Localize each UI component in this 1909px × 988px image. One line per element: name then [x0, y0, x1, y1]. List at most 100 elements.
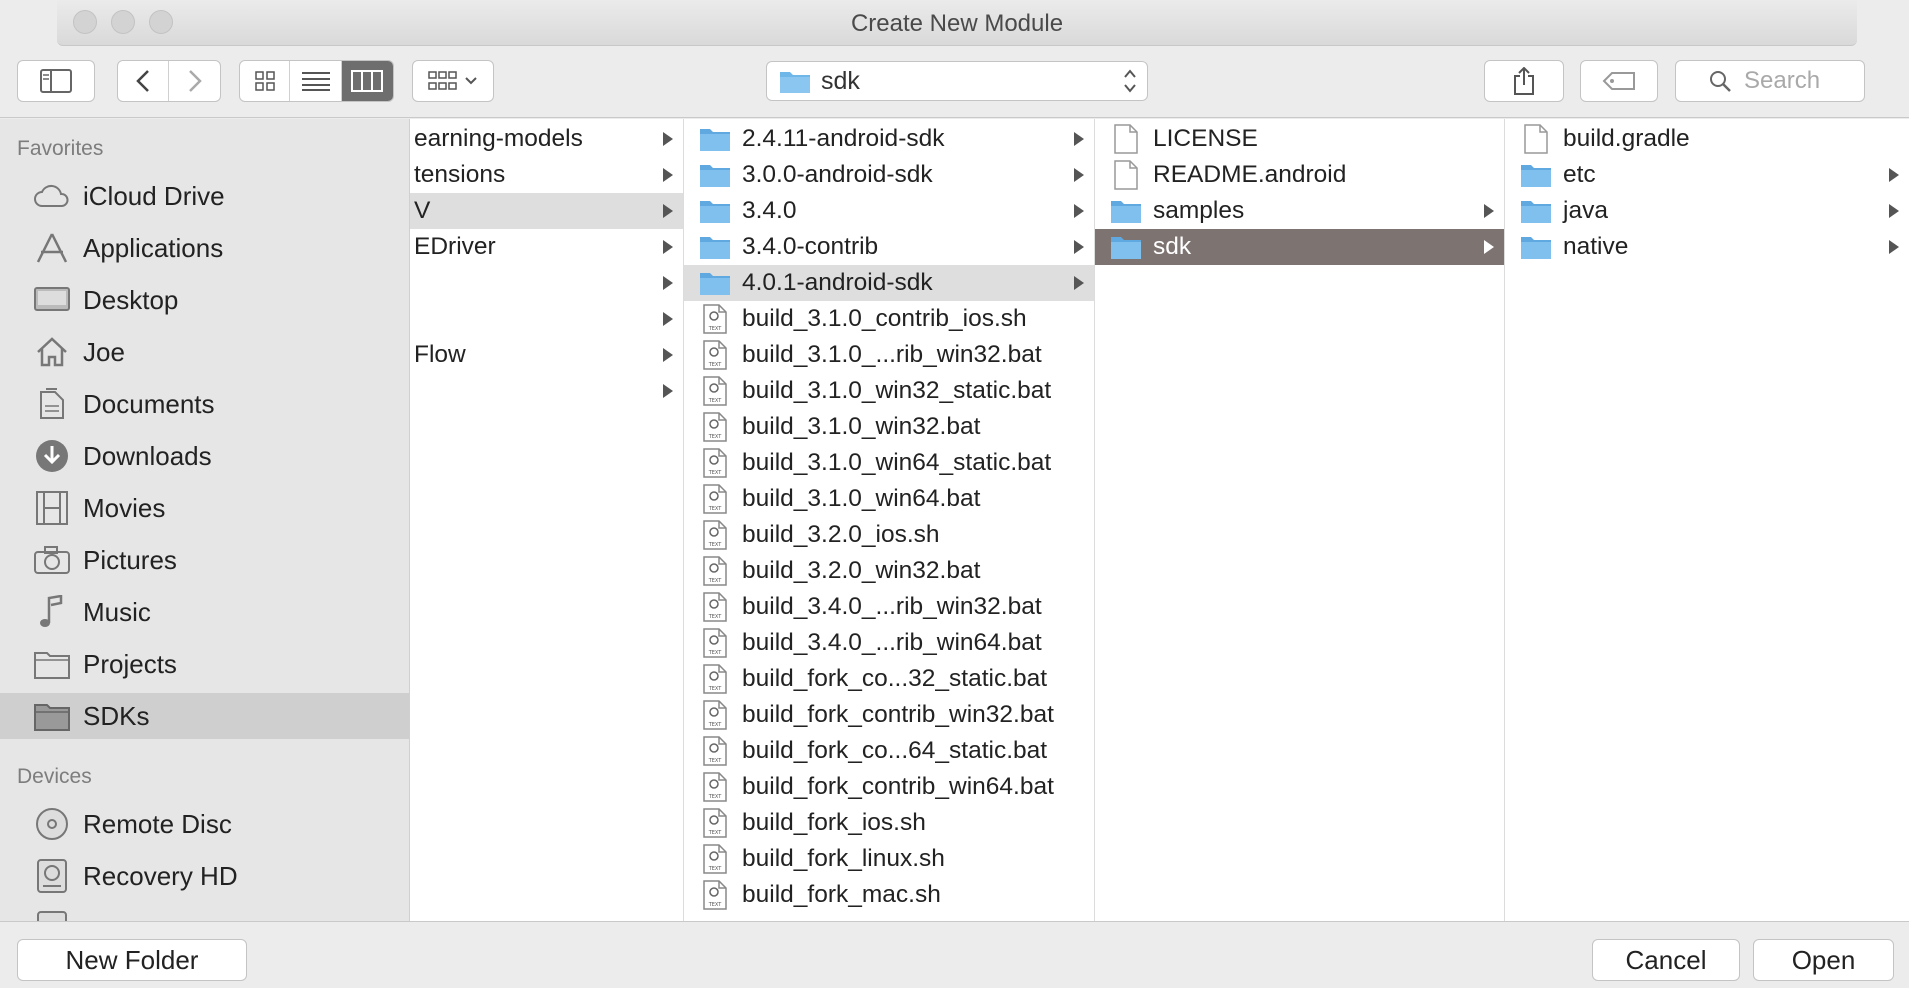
list-item[interactable]: TEXT build_3.1.0_win64.bat: [684, 481, 1094, 517]
drive-icon: [32, 911, 72, 921]
list-item[interactable]: TEXT build_fork_mac.sh: [684, 877, 1094, 913]
favorites-heading: Favorites: [17, 137, 104, 160]
svg-text:TEXT: TEXT: [708, 326, 723, 332]
sidebar-item-partial-drive[interactable]: [0, 905, 409, 921]
list-item[interactable]: TEXT build_3.2.0_ios.sh: [684, 517, 1094, 553]
disclosure-arrow-icon: [1074, 240, 1084, 254]
list-item[interactable]: README.android: [1095, 157, 1504, 193]
list-item[interactable]: etc: [1505, 157, 1909, 193]
list-item[interactable]: TEXT build_3.1.0_win64_static.bat: [684, 445, 1094, 481]
updown-chevron-icon: [1123, 68, 1137, 95]
open-button[interactable]: Open: [1753, 939, 1894, 981]
sidebar-item-music[interactable]: Music: [0, 589, 409, 635]
list-item[interactable]: 3.4.0: [684, 193, 1094, 229]
sidebar-item-applications[interactable]: Applications: [0, 225, 409, 271]
sidebar-item-documents[interactable]: Documents: [0, 381, 409, 427]
list-item[interactable]: Flow: [410, 337, 683, 373]
text-file-icon: TEXT: [698, 772, 732, 802]
list-item[interactable]: TEXT build_3.4.0_...rib_win64.bat: [684, 625, 1094, 661]
search-icon: [1710, 71, 1731, 92]
chevron-left-icon: [136, 70, 149, 92]
list-item[interactable]: native: [1505, 229, 1909, 265]
list-item[interactable]: TEXT build_3.1.0_...rib_win32.bat: [684, 337, 1094, 373]
list-item-label: V: [414, 197, 431, 224]
list-item[interactable]: TEXT build_fork_co...32_static.bat: [684, 661, 1094, 697]
path-popup[interactable]: sdk: [766, 61, 1148, 101]
list-item[interactable]: TEXT build_fork_contrib_win32.bat: [684, 697, 1094, 733]
list-item[interactable]: LICENSE: [1095, 121, 1504, 157]
text-file-icon: TEXT: [698, 556, 732, 586]
list-item[interactable]: V: [410, 193, 683, 229]
disclosure-arrow-icon: [1074, 276, 1084, 290]
downloads-icon: [32, 439, 72, 473]
icon-view-button[interactable]: [240, 61, 291, 101]
sidebar-item-joe[interactable]: Joe: [0, 329, 409, 375]
sidebar-item-movies[interactable]: Movies: [0, 485, 409, 531]
list-item[interactable]: [410, 265, 683, 301]
column-1[interactable]: earning-models tensions V EDriver Flow: [410, 119, 684, 921]
sidebar-item-projects[interactable]: Projects: [0, 641, 409, 687]
column-2[interactable]: 2.4.11-android-sdk 3.0.0-android-sdk 3.4.0…: [684, 119, 1095, 921]
list-item[interactable]: tensions: [410, 157, 683, 193]
new-folder-button[interactable]: New Folder: [17, 939, 247, 981]
forward-button[interactable]: [169, 61, 220, 101]
column-3[interactable]: LICENSE README.android samples sdk: [1095, 119, 1505, 921]
list-item[interactable]: EDriver: [410, 229, 683, 265]
tags-button[interactable]: [1580, 60, 1658, 102]
list-item-label: build_3.1.0_win32_static.bat: [742, 377, 1052, 404]
list-item[interactable]: earning-models: [410, 121, 683, 157]
arrange-icon: [428, 71, 457, 90]
list-item[interactable]: TEXT build_fork_contrib_win64.bat: [684, 769, 1094, 805]
list-item[interactable]: TEXT build_fork_linux.sh: [684, 841, 1094, 877]
list-item[interactable]: samples: [1095, 193, 1504, 229]
tag-icon: [1602, 72, 1635, 90]
column-view-button[interactable]: [341, 61, 393, 101]
search-field[interactable]: Search: [1675, 60, 1865, 102]
list-item[interactable]: sdk: [1095, 229, 1504, 265]
list-item[interactable]: 2.4.11-android-sdk: [684, 121, 1094, 157]
list-item[interactable]: 3.4.0-contrib: [684, 229, 1094, 265]
list-item-label: build_3.1.0_win32.bat: [742, 413, 981, 440]
sidebar-item-recovery-hd[interactable]: Recovery HD: [0, 853, 409, 899]
sidebar-item-pictures[interactable]: Pictures: [0, 537, 409, 583]
share-button[interactable]: [1484, 60, 1564, 102]
list-view-button[interactable]: [290, 61, 342, 101]
list-item-label: Flow: [414, 341, 466, 368]
list-item-label: build_fork_linux.sh: [742, 845, 945, 872]
list-item[interactable]: TEXT build_3.2.0_win32.bat: [684, 553, 1094, 589]
list-item[interactable]: build.gradle: [1505, 121, 1909, 157]
disclosure-arrow-icon: [1484, 240, 1494, 254]
list-item[interactable]: TEXT build_3.4.0_...rib_win32.bat: [684, 589, 1094, 625]
sidebar-item-downloads[interactable]: Downloads: [0, 433, 409, 479]
list-item[interactable]: TEXT build_3.1.0_win32.bat: [684, 409, 1094, 445]
list-item[interactable]: 3.0.0-android-sdk: [684, 157, 1094, 193]
list-item[interactable]: TEXT build_fork_ios.sh: [684, 805, 1094, 841]
list-item[interactable]: 4.0.1-android-sdk: [684, 265, 1094, 301]
list-item-label: LICENSE: [1153, 125, 1258, 152]
list-item[interactable]: java: [1505, 193, 1909, 229]
list-item[interactable]: [410, 373, 683, 409]
list-item[interactable]: TEXT build_3.1.0_contrib_ios.sh: [684, 301, 1094, 337]
back-button[interactable]: [118, 61, 170, 101]
chevron-right-icon: [188, 70, 202, 92]
list-item[interactable]: [410, 301, 683, 337]
arrange-menu-button[interactable]: [412, 60, 494, 102]
svg-text:TEXT: TEXT: [708, 470, 723, 476]
disclosure-arrow-icon: [1889, 240, 1899, 254]
list-item[interactable]: TEXT build_3.1.0_win32_static.bat: [684, 373, 1094, 409]
folder-icon: [1109, 196, 1143, 226]
folder-icon: [1519, 196, 1553, 226]
sidebar-item-desktop[interactable]: Desktop: [0, 277, 409, 323]
sidebar-item-icloud-drive[interactable]: iCloud Drive: [0, 173, 409, 219]
document-icon: [1109, 124, 1143, 154]
disclosure-arrow-icon: [1889, 168, 1899, 182]
sidebar-item-remote-disc[interactable]: Remote Disc: [0, 801, 409, 847]
sidebar-toggle-button[interactable]: [17, 60, 95, 102]
list-item-label: build_fork_co...32_static.bat: [742, 665, 1048, 692]
list-item[interactable]: TEXT build_fork_co...64_static.bat: [684, 733, 1094, 769]
cancel-button[interactable]: Cancel: [1592, 939, 1740, 981]
folder-icon: [32, 699, 72, 733]
column-4[interactable]: build.gradle etc java native: [1505, 119, 1909, 921]
sidebar-item-sdks[interactable]: SDKs: [0, 693, 409, 739]
list-item-label: build_3.4.0_...rib_win32.bat: [742, 593, 1042, 620]
